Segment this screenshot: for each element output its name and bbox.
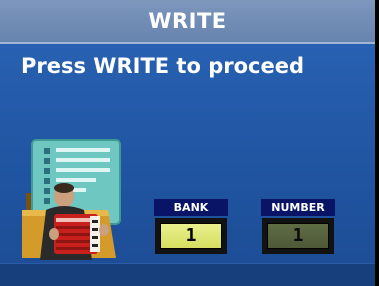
bank-field[interactable]: 1 [155, 218, 227, 254]
write-screen: WRITE Press WRITE to proceed BANK 1 NUMB… [0, 0, 375, 286]
accordion-player-folder-icon [20, 138, 136, 262]
bank-value: 1 [160, 223, 222, 249]
number-label: NUMBER [262, 200, 334, 215]
instruction-message: Press WRITE to proceed [21, 54, 304, 78]
number-value: 1 [267, 223, 329, 249]
number-field[interactable]: 1 [262, 218, 334, 254]
bottom-bar [0, 263, 375, 286]
bank-label: BANK [155, 200, 227, 215]
page-title: WRITE [148, 9, 227, 33]
title-bar: WRITE [0, 0, 375, 44]
